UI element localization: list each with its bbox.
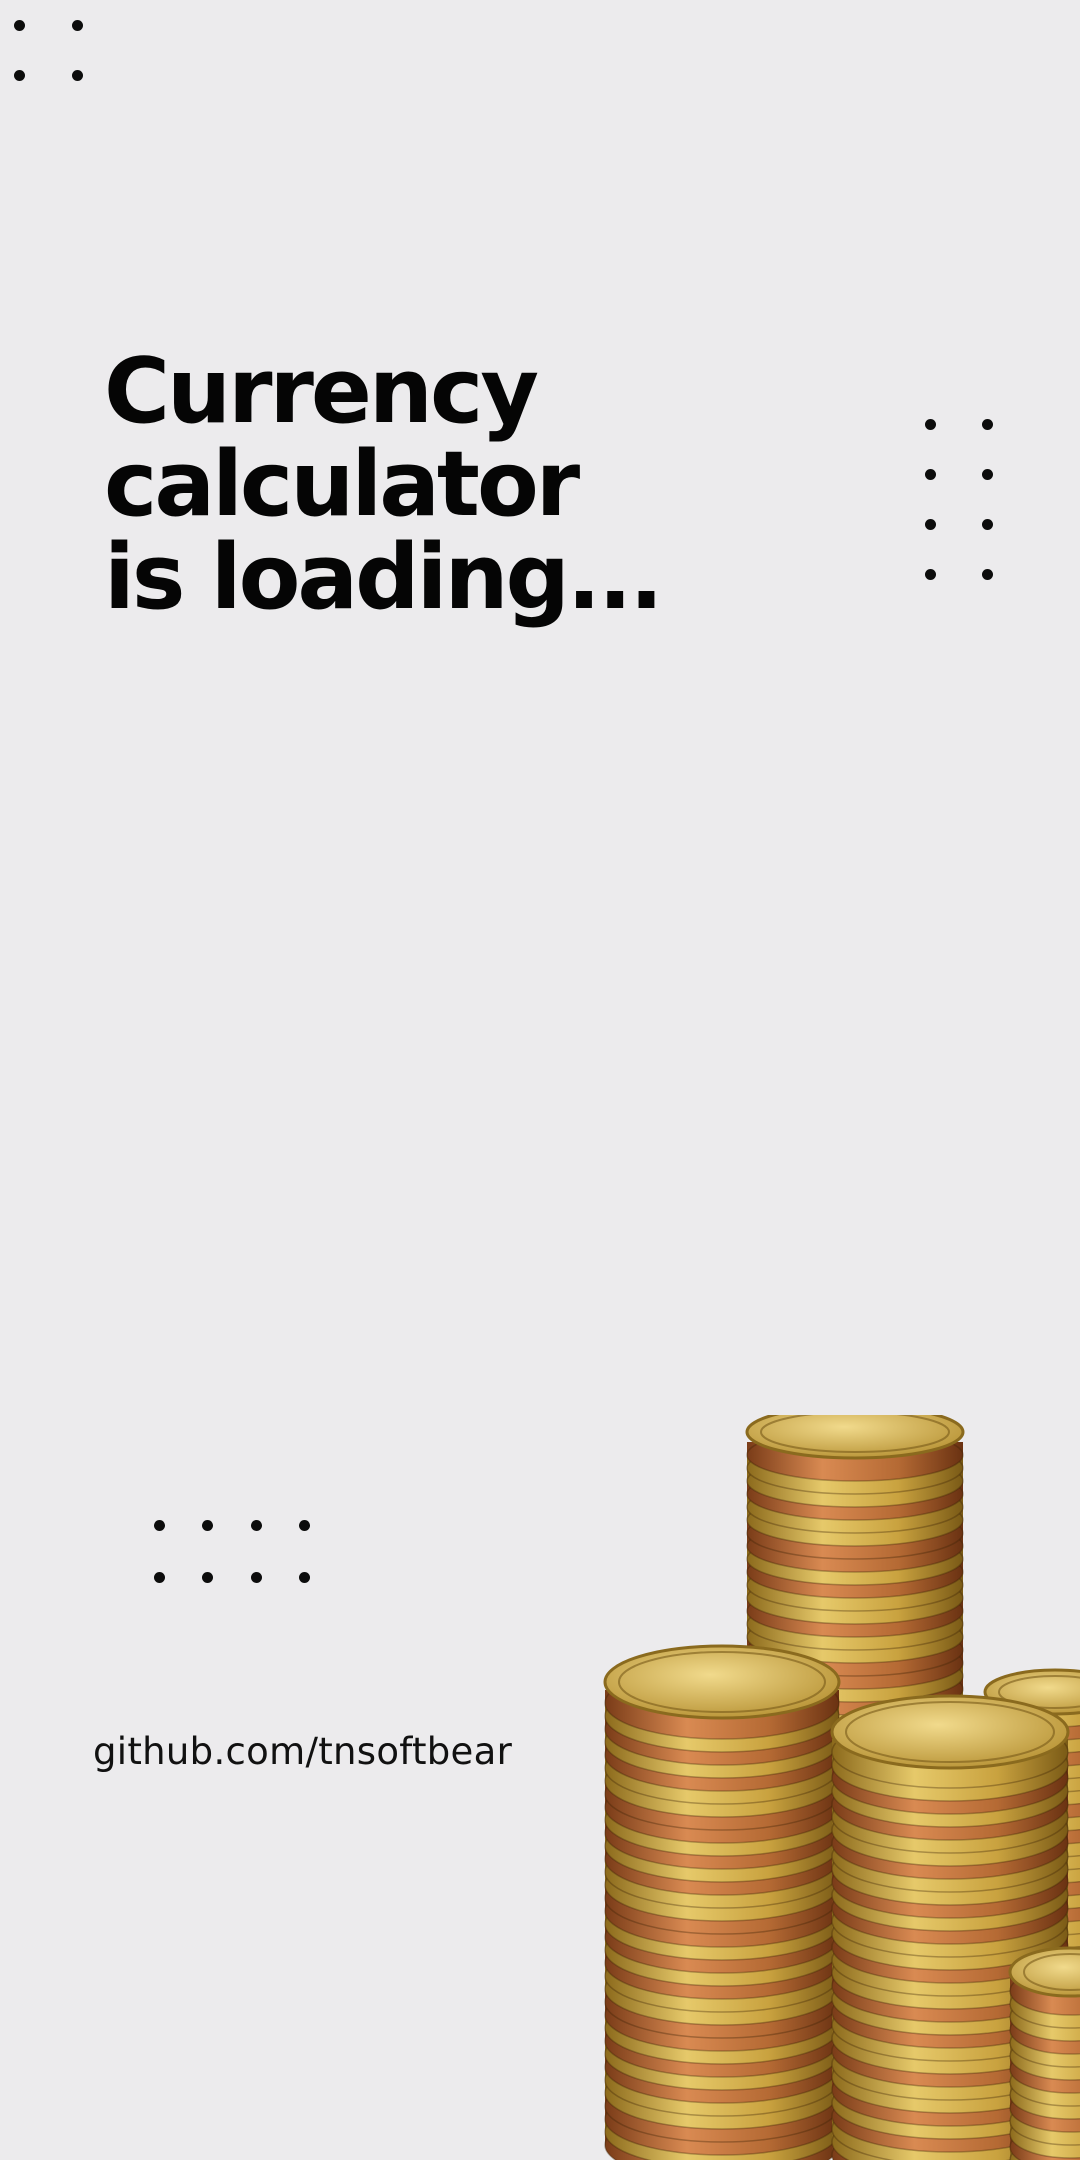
decorative-dot <box>154 1572 165 1583</box>
decorative-dot <box>72 20 83 31</box>
headline-line-3: is loading... <box>104 525 664 630</box>
loading-headline: Currency calculator is loading... <box>104 339 664 630</box>
decorative-dot <box>154 1520 165 1531</box>
headline-line-2: calculator <box>104 432 580 537</box>
decorative-dot <box>14 20 25 31</box>
dot-grid-top-left <box>0 0 100 90</box>
coin-stack <box>603 1644 841 2160</box>
dot-grid-bottom-left <box>150 1515 320 1590</box>
decorative-dot <box>251 1520 262 1531</box>
github-link[interactable]: github.com/tnsoftbear <box>93 1730 512 1773</box>
decorative-dot <box>202 1520 213 1531</box>
coin-stack <box>1008 1946 1080 2160</box>
decorative-dot <box>202 1572 213 1583</box>
decorative-dot <box>925 469 936 480</box>
coin-stacks-image <box>603 1415 1080 2160</box>
decorative-dot <box>982 469 993 480</box>
decorative-dot <box>982 519 993 530</box>
decorative-dot <box>925 519 936 530</box>
decorative-dot <box>982 569 993 580</box>
dot-grid-right <box>920 410 1000 590</box>
decorative-dot <box>299 1520 310 1531</box>
decorative-dot <box>925 569 936 580</box>
decorative-dot <box>982 419 993 430</box>
headline-line-1: Currency <box>104 339 539 444</box>
decorative-dot <box>251 1572 262 1583</box>
decorative-dot <box>14 70 25 81</box>
decorative-dot <box>925 419 936 430</box>
decorative-dot <box>72 70 83 81</box>
decorative-dot <box>299 1572 310 1583</box>
